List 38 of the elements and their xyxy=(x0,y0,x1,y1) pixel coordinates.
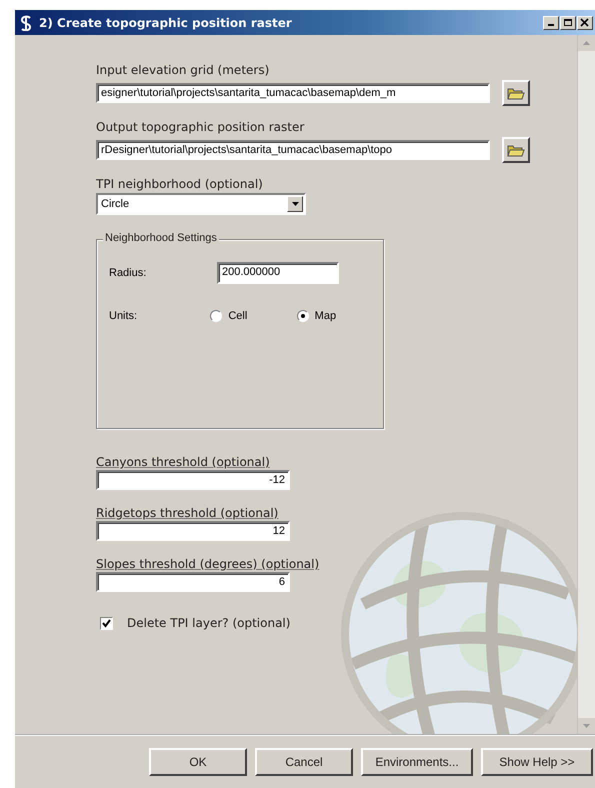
dropdown[interactable]: Circle xyxy=(96,193,306,215)
radius-field[interactable]: 200.000000 xyxy=(217,262,339,284)
radius-label: Radius: xyxy=(109,267,148,279)
checkbox-label: Delete TPI layer? (optional) xyxy=(127,616,290,630)
folder-icon xyxy=(507,142,525,158)
browse-button[interactable] xyxy=(502,80,530,106)
field-label: Slopes threshold (degrees) (optional) xyxy=(96,557,320,571)
radio-button[interactable] xyxy=(296,310,309,322)
checkbox[interactable] xyxy=(100,616,113,630)
radio-button[interactable] xyxy=(210,310,222,322)
caret-icon xyxy=(292,202,298,206)
ok-button[interactable]: OK xyxy=(149,748,247,776)
field-label: TPI neighborhood (optional) xyxy=(96,177,264,191)
field-label: Output topographic position raster xyxy=(96,120,306,134)
field-label: Ridgetops threshold (optional) xyxy=(96,506,280,520)
maximize-icon xyxy=(563,18,573,27)
folder-icon xyxy=(507,86,525,100)
field-label: Canyons threshold (optional) xyxy=(96,455,271,469)
close-icon xyxy=(580,18,590,27)
script-icon xyxy=(19,14,33,30)
minimize-button[interactable] xyxy=(543,16,559,30)
radio-label: Cell xyxy=(228,310,248,322)
show-help-button[interactable]: Show Help >> xyxy=(481,748,593,776)
window-title: 2) Create topographic position raster xyxy=(39,16,293,30)
number-field[interactable]: 12 xyxy=(96,521,290,541)
number-field[interactable]: 6 xyxy=(96,572,290,592)
field-label: Input elevation grid (meters) xyxy=(96,63,270,77)
group-title: Neighborhood Settings xyxy=(103,232,219,244)
path-field[interactable]: esigner\tutorial\projects\santarita_tumacac\basemap\dem_m xyxy=(96,83,490,103)
environments-button[interactable]: Environments... xyxy=(361,748,473,776)
radio-label: Map xyxy=(314,310,336,322)
maximize-button[interactable] xyxy=(560,16,576,30)
close-button[interactable] xyxy=(577,16,593,30)
browse-button[interactable] xyxy=(502,137,530,163)
cancel-button[interactable]: Cancel xyxy=(255,748,353,776)
units-label: Units: xyxy=(109,310,138,322)
path-field[interactable]: rDesigner\tutorial\projects\santarita_tumacac\basemap\topo xyxy=(96,140,490,160)
number-field[interactable]: -12 xyxy=(96,470,290,490)
